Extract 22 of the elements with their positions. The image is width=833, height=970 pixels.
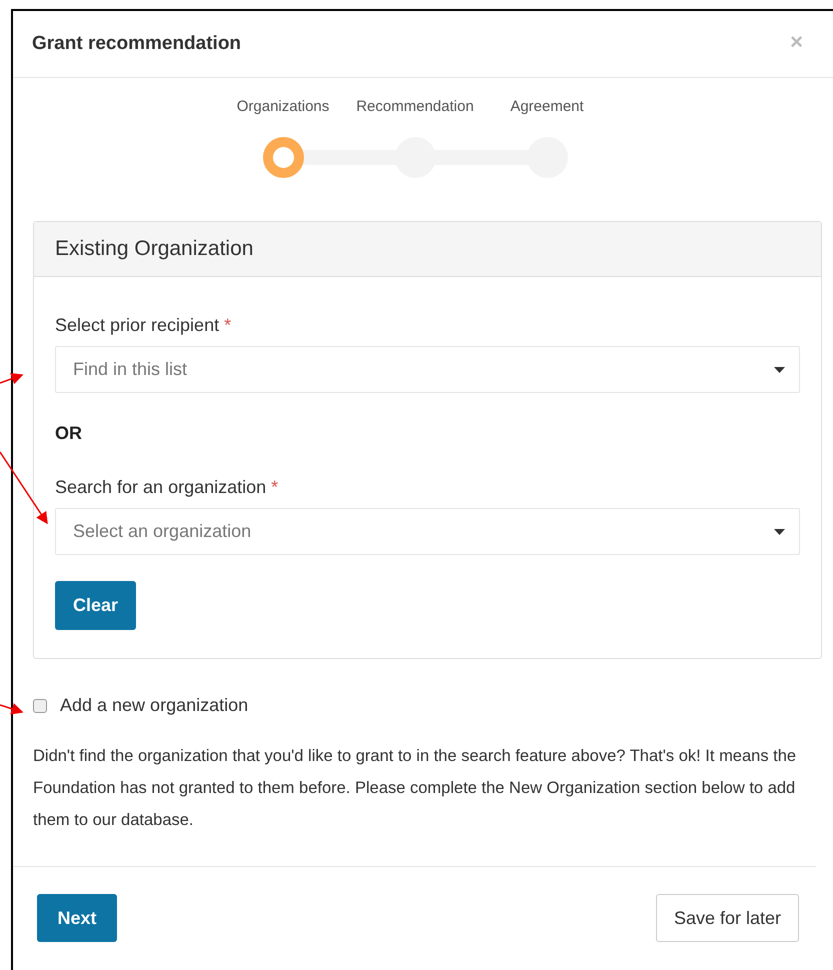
- annotation-arrow: [0, 703, 24, 715]
- checkbox[interactable]: [33, 698, 47, 712]
- next-button[interactable]: Next: [37, 894, 117, 942]
- field-label: Select prior recipient *: [55, 315, 232, 336]
- step-label: Recommendation: [356, 98, 474, 115]
- step-label: Organizations: [236, 98, 330, 115]
- annotation-arrow: [0, 372, 24, 384]
- field-label: Search for an organization *: [55, 477, 280, 498]
- caret-icon: [774, 528, 785, 534]
- help-paragraph: Didn't find the organization that you'd like to grant to in the search feature above? That's ok! It means the Foundation has not granted to them before. Please complete the New Organization section below to add them to our database.: [33, 746, 798, 831]
- save-for-later-button[interactable]: Save for later: [656, 894, 799, 942]
- or-separator: OR: [55, 423, 83, 444]
- checkbox-label[interactable]: Add a new organization: [60, 695, 248, 716]
- clear-button[interactable]: Clear: [55, 581, 136, 630]
- dropdown-field[interactable]: Find in this list: [55, 346, 800, 393]
- dropdown-field[interactable]: Select an organization: [55, 508, 800, 555]
- dialog-title: Grant recommendation: [32, 33, 242, 55]
- step-label: Agreement: [509, 98, 585, 115]
- panel-title: Existing Organization: [34, 222, 821, 277]
- placeholder-text: Find in this list: [73, 359, 188, 380]
- caret-icon: [774, 366, 785, 372]
- placeholder-text: Select an organization: [73, 521, 252, 542]
